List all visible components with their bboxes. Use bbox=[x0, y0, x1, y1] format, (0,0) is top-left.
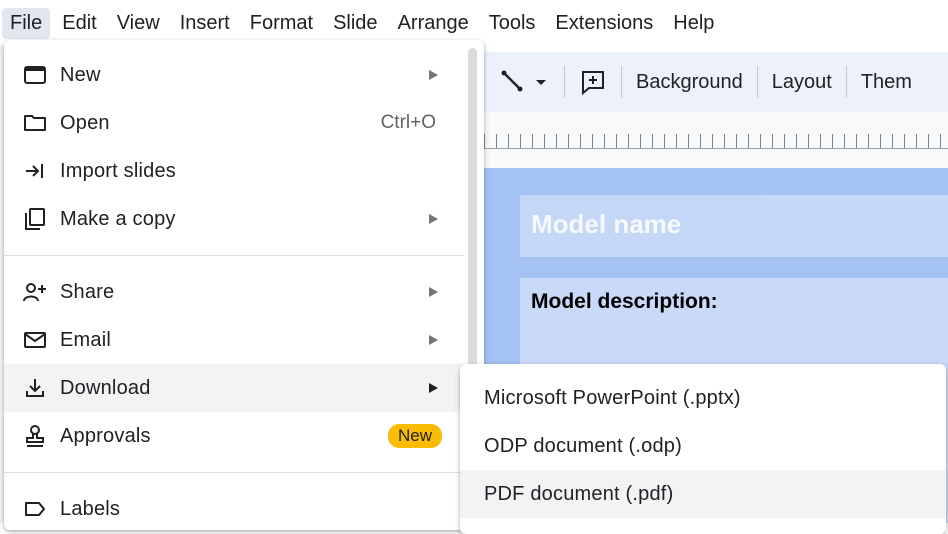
email-icon bbox=[22, 327, 48, 353]
submenu-arrow-icon bbox=[429, 383, 438, 393]
new-badge: New bbox=[387, 424, 442, 448]
menu-divider bbox=[4, 472, 464, 473]
download-icon bbox=[22, 375, 48, 401]
menu-item-label: Download bbox=[60, 376, 151, 399]
menu-edit[interactable]: Edit bbox=[54, 8, 104, 39]
menu-insert[interactable]: Insert bbox=[172, 8, 238, 39]
menu-item-label: Make a copy bbox=[60, 207, 176, 230]
menu-item-label: Open bbox=[60, 111, 110, 134]
menu-item-label: New bbox=[60, 63, 101, 86]
menu-divider bbox=[4, 255, 464, 256]
toolbar-divider bbox=[621, 66, 622, 98]
import-icon bbox=[22, 158, 48, 184]
download-submenu: Microsoft PowerPoint (.pptx) ODP documen… bbox=[460, 364, 946, 534]
menu-help[interactable]: Help bbox=[665, 8, 722, 39]
chevron-down-icon bbox=[536, 80, 546, 85]
theme-button[interactable]: Them bbox=[861, 71, 912, 94]
menu-slide[interactable]: Slide bbox=[325, 8, 385, 39]
menu-item-import-slides[interactable]: Import slides bbox=[4, 147, 464, 195]
label-icon bbox=[22, 496, 48, 522]
menu-item-label: Import slides bbox=[60, 159, 176, 182]
menu-tools[interactable]: Tools bbox=[481, 8, 544, 39]
copy-icon bbox=[22, 206, 48, 232]
toolbar-divider bbox=[756, 66, 758, 98]
menu-item-approvals[interactable]: Approvals New bbox=[4, 412, 464, 460]
menu-item-label: Share bbox=[60, 280, 115, 303]
line-icon bbox=[501, 70, 523, 92]
download-pptx[interactable]: Microsoft PowerPoint (.pptx) bbox=[460, 374, 946, 422]
submenu-item-label: ODP document (.odp) bbox=[484, 434, 682, 457]
menu-item-label: Approvals bbox=[60, 424, 151, 447]
submenu-arrow-icon bbox=[429, 70, 438, 80]
menu-arrange[interactable]: Arrange bbox=[390, 8, 477, 39]
toolbar-divider bbox=[845, 66, 847, 98]
menu-item-new[interactable]: New bbox=[4, 51, 464, 99]
submenu-arrow-icon bbox=[429, 335, 438, 345]
ruler-baseline bbox=[484, 148, 948, 149]
ruler-ticks bbox=[484, 134, 948, 148]
approvals-stamp-icon bbox=[22, 423, 48, 449]
layout-button[interactable]: Layout bbox=[772, 71, 832, 94]
line-tool-button[interactable] bbox=[500, 69, 550, 95]
background-button[interactable]: Background bbox=[636, 71, 743, 94]
menu-file[interactable]: File bbox=[2, 7, 51, 39]
submenu-item-label: PDF document (.pdf) bbox=[484, 482, 674, 505]
menu-item-labels[interactable]: Labels bbox=[4, 485, 464, 533]
submenu-item-label: Microsoft PowerPoint (.pptx) bbox=[484, 386, 741, 409]
slide-title-placeholder[interactable]: Model name bbox=[520, 195, 948, 257]
menu-item-label: Labels bbox=[60, 497, 121, 520]
menu-item-make-a-copy[interactable]: Make a copy bbox=[4, 195, 464, 243]
add-comment-button[interactable] bbox=[579, 68, 607, 96]
menu-item-share[interactable]: Share bbox=[4, 268, 464, 316]
new-presentation-icon bbox=[22, 62, 48, 88]
menu-item-email[interactable]: Email bbox=[4, 316, 464, 364]
shortcut-text: Ctrl+O bbox=[380, 112, 436, 133]
toolbar-divider bbox=[564, 66, 565, 98]
horizontal-ruler bbox=[484, 112, 948, 169]
download-odp[interactable]: ODP document (.odp) bbox=[460, 422, 946, 470]
add-comment-icon bbox=[582, 71, 604, 96]
share-person-icon bbox=[22, 279, 48, 305]
menu-item-label: Email bbox=[60, 328, 112, 351]
menu-extensions[interactable]: Extensions bbox=[547, 8, 661, 39]
folder-icon bbox=[22, 110, 48, 136]
submenu-arrow-icon bbox=[429, 287, 438, 297]
submenu-arrow-icon bbox=[429, 214, 438, 224]
menu-view[interactable]: View bbox=[109, 8, 168, 39]
menu-format[interactable]: Format bbox=[242, 8, 321, 39]
menu-item-open[interactable]: Open Ctrl+O bbox=[4, 99, 464, 147]
menu-item-download[interactable]: Download bbox=[4, 364, 464, 412]
download-pdf[interactable]: PDF document (.pdf) bbox=[460, 470, 946, 518]
toolbar: Background Layout Them bbox=[484, 52, 948, 112]
file-menu: New Open Ctrl+O Import slides Make a cop… bbox=[4, 40, 484, 530]
description-label: Model description: bbox=[531, 290, 718, 313]
